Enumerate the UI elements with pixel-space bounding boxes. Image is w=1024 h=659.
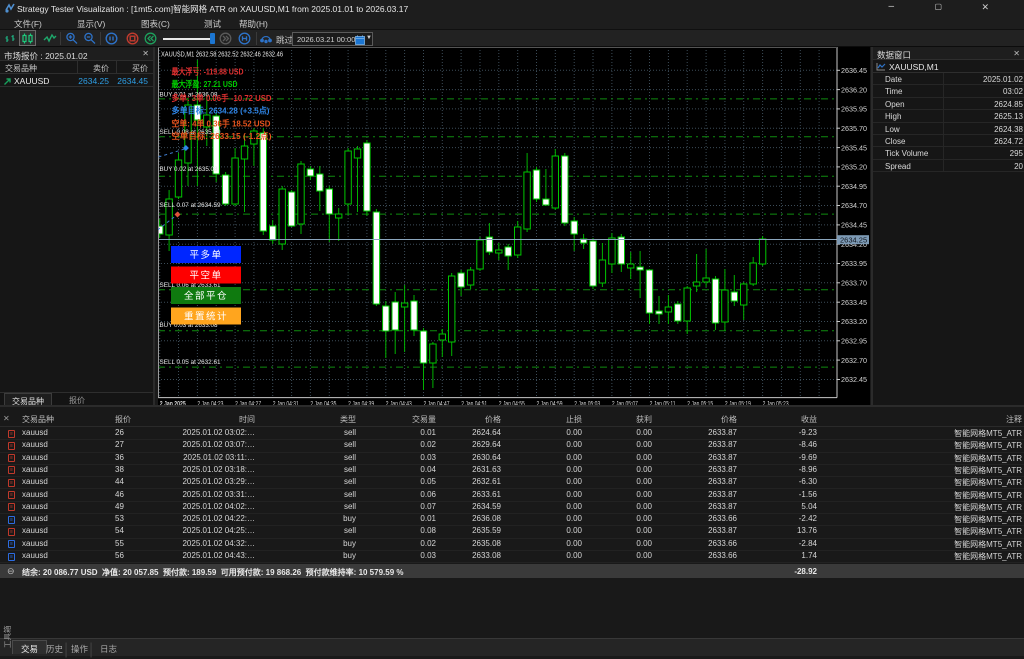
svg-text:2635.45: 2635.45 [841, 143, 867, 152]
svg-text:空单: 4单 0.36手 18.52 USD: 空单: 4单 0.36手 18.52 USD [171, 119, 270, 129]
svg-text:2636.20: 2636.20 [841, 85, 867, 94]
svg-text:2634.25: 2634.25 [840, 236, 867, 245]
svg-text:2632.95: 2632.95 [841, 337, 867, 346]
svg-text:2635.95: 2635.95 [841, 105, 867, 114]
svg-text:2634.70: 2634.70 [841, 201, 867, 210]
svg-text:SELL 0.05 at 2632.61: SELL 0.05 at 2632.61 [159, 359, 220, 366]
svg-text:2634.95: 2634.95 [841, 182, 867, 191]
svg-text:2633.95: 2633.95 [841, 259, 867, 268]
svg-text:2636.45: 2636.45 [841, 66, 867, 75]
svg-text:最大浮盈: 27.21 USD: 最大浮盈: 27.21 USD [171, 79, 237, 89]
svg-text:SELL 0.07 at 2634.59: SELL 0.07 at 2634.59 [159, 202, 220, 209]
svg-text:2635.20: 2635.20 [841, 163, 867, 172]
svg-text:2633.45: 2633.45 [841, 298, 867, 307]
svg-text:平多单: 平多单 [189, 249, 222, 261]
svg-text:全部平仓: 全部平仓 [183, 290, 227, 302]
svg-text:XAUUSD,M1 2632.58 2632.52 263: XAUUSD,M1 2632.58 2632.52 2632.46 2632.4… [161, 50, 283, 59]
svg-text:多单目标: 2634.28 (+3.5点): 多单目标: 2634.28 (+3.5点) [171, 106, 269, 116]
svg-text:平空单: 平空单 [189, 270, 222, 282]
svg-text:空单目标: 2633.15 (-1.2点): 空单目标: 2633.15 (-1.2点) [171, 131, 271, 141]
svg-text:2632.70: 2632.70 [841, 356, 867, 365]
svg-text:2632.45: 2632.45 [841, 375, 867, 384]
svg-text:2633.70: 2633.70 [841, 279, 867, 288]
svg-text:2634.45: 2634.45 [841, 221, 867, 230]
svg-text:重置统计: 重置统计 [183, 311, 227, 323]
svg-text:BUY 0.02 at 2635.08: BUY 0.02 at 2635.08 [159, 166, 217, 173]
svg-text:2633.20: 2633.20 [841, 317, 867, 326]
svg-text:2635.70: 2635.70 [841, 124, 867, 133]
svg-text:最大浮亏: -119.88 USD: 最大浮亏: -119.88 USD [171, 67, 243, 77]
svg-text:多单: 3单 0.06手 -10.72 USD: 多单: 3单 0.06手 -10.72 USD [171, 93, 271, 103]
